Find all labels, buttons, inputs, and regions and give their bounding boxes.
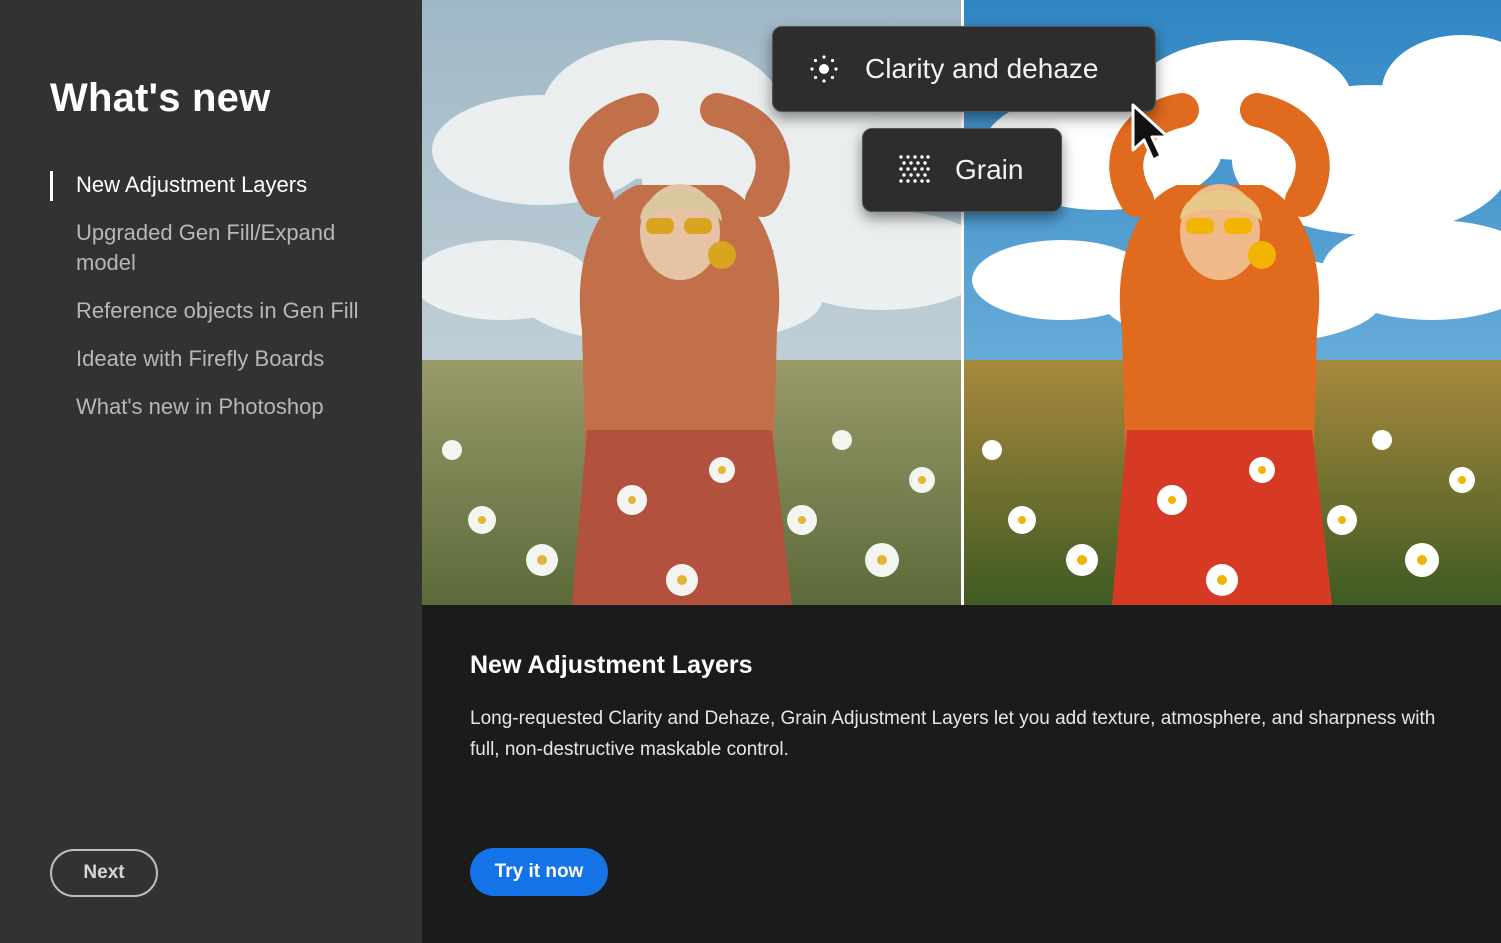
nav-item-gen-fill-model[interactable]: Upgraded Gen Fill/Expand model	[50, 218, 390, 278]
nav-item-reference-objects[interactable]: Reference objects in Gen Fill	[50, 296, 390, 326]
nav-item-whats-new-photoshop[interactable]: What's new in Photoshop	[50, 392, 390, 422]
sidebar: What's new New Adjustment Layers Upgrade…	[0, 0, 422, 943]
mouse-cursor-icon	[1131, 103, 1170, 162]
feature-details: New Adjustment Layers Long-requested Cla…	[422, 605, 1501, 943]
next-button[interactable]: Next	[50, 849, 158, 897]
sidebar-title: What's new	[50, 76, 271, 120]
nav-item-new-adjustment-layers[interactable]: New Adjustment Layers	[50, 170, 390, 201]
feature-nav: New Adjustment Layers Upgraded Gen Fill/…	[50, 170, 390, 440]
grain-icon	[899, 155, 930, 183]
try-it-now-button[interactable]: Try it now	[470, 848, 608, 896]
grain-pill: Grain	[862, 128, 1062, 212]
feature-description: Long-requested Clarity and Dehaze, Grain…	[470, 708, 1436, 760]
whats-new-dialog: What's new New Adjustment Layers Upgrade…	[0, 0, 1501, 943]
nav-item-firefly-boards[interactable]: Ideate with Firefly Boards	[50, 344, 390, 374]
grain-label: Grain	[955, 154, 1024, 185]
hero-image: Clarity and dehaze Grain	[422, 0, 1501, 605]
clarity-dehaze-label: Clarity and dehaze	[865, 53, 1099, 84]
clarity-dehaze-pill: Clarity and dehaze	[772, 26, 1156, 112]
feature-title: New Adjustment Layers	[470, 651, 753, 679]
clarity-icon	[810, 55, 838, 83]
